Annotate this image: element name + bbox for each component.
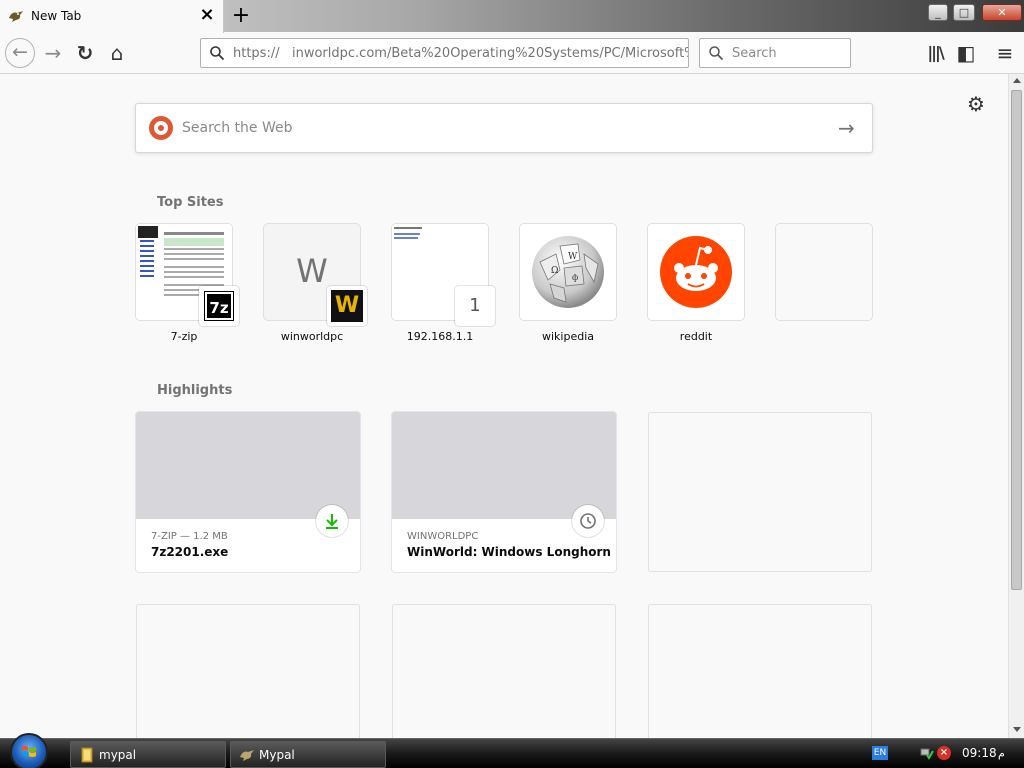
url-scheme: https://: [233, 46, 280, 61]
site-favicon: 1: [455, 286, 495, 326]
search-icon: [709, 46, 724, 61]
highlight-empty-slot: [648, 412, 872, 572]
home-button[interactable]: ⌂: [102, 38, 132, 68]
taskbar-item-label: Mypal: [259, 748, 295, 762]
maximize-icon: □: [958, 6, 970, 19]
highlight-empty-slot: [136, 604, 360, 738]
download-icon: [316, 505, 348, 537]
highlight-empty-slot: [648, 604, 872, 738]
svg-text:W: W: [568, 252, 578, 262]
arrow-right-icon[interactable]: →: [838, 116, 855, 140]
site-favicon: 7z: [199, 286, 239, 326]
web-search-placeholder: Search the Web: [182, 120, 293, 136]
url-bar[interactable]: https:// inworldpc.com/Beta%20Operating%…: [200, 38, 689, 68]
library-button[interactable]: |||\: [920, 38, 950, 68]
minimize-icon: _: [935, 6, 941, 19]
clock-time[interactable]: 09:18: [962, 746, 997, 760]
highlight-title: WinWorld: Windows Longhorn ...: [407, 545, 616, 559]
menu-button[interactable]: ≡: [990, 38, 1020, 68]
mypal-icon: [9, 11, 23, 22]
highlight-empty-slot: [392, 604, 616, 738]
scrollbar-thumb[interactable]: [1011, 90, 1022, 590]
forward-button[interactable]: →: [38, 38, 68, 68]
new-tab-page: ⚙ Search the Web → Top Sites 7z 7-zip W …: [0, 74, 1008, 738]
highlight-thumbnail: [136, 412, 360, 519]
highlight-title: 7z2201.exe: [151, 545, 229, 559]
reddit-icon: [660, 236, 732, 308]
minimize-button[interactable]: _: [928, 4, 948, 21]
taskbar-item-mypal-folder[interactable]: mypal: [70, 741, 226, 768]
clock-ampm: م: [998, 747, 1005, 760]
error-icon[interactable]: ×: [937, 746, 951, 760]
windows-logo-icon: [22, 746, 36, 757]
close-icon: ✕: [997, 6, 1007, 19]
mypal-icon: [240, 750, 254, 761]
highlight-card-7zip[interactable]: 7-ZIP — 1.2 MB 7z2201.exe: [136, 412, 360, 572]
search-bar[interactable]: Search: [699, 38, 851, 68]
top-site-label: reddit: [679, 330, 713, 343]
site-letter-badge: 1: [469, 295, 481, 316]
language-indicator[interactable]: EN: [872, 746, 888, 760]
reload-button[interactable]: ↻: [70, 38, 100, 68]
site-letter: W: [296, 252, 328, 290]
empty-tile: [776, 224, 872, 320]
tab-strip: New Tab × + _ □ ✕: [0, 0, 1024, 33]
top-site-label: 192.168.1.1: [406, 330, 474, 343]
highlight-context: 7-ZIP — 1.2 MB: [151, 531, 228, 542]
search-placeholder: Search: [732, 46, 777, 61]
7zip-icon: 7z: [204, 291, 234, 321]
taskbar-item-label: mypal: [99, 748, 137, 762]
network-icon[interactable]: [920, 746, 934, 760]
top-site-thumbnail[interactable]: [648, 224, 744, 320]
taskbar: mypal Mypal EN × 09:18 م: [0, 733, 1024, 768]
start-button[interactable]: [10, 733, 48, 768]
scroll-down-icon[interactable]: [1013, 727, 1021, 732]
tab-new-tab[interactable]: New Tab ×: [0, 0, 224, 33]
new-tab-button[interactable]: +: [230, 4, 252, 28]
svg-text:ф: ф: [572, 273, 578, 282]
navigation-toolbar: ← → ↻ ⌂ https:// inworldpc.com/Beta%20Op…: [0, 33, 1024, 74]
top-sites-title: Top Sites: [157, 195, 224, 210]
search-icon: [210, 46, 225, 61]
history-icon: [572, 505, 604, 537]
scroll-up-icon[interactable]: [1013, 78, 1021, 83]
top-site-label: wikipedia: [541, 330, 594, 343]
taskbar-item-mypal-browser[interactable]: Mypal: [230, 741, 386, 768]
highlight-context: WINWORLDPC: [407, 531, 479, 542]
wikipedia-icon: W Ω ф: [532, 236, 604, 308]
sidebar-toggle-button[interactable]: ◧: [951, 38, 981, 68]
tab-close-icon[interactable]: ×: [199, 6, 215, 24]
web-search-box[interactable]: Search the Web →: [135, 103, 873, 153]
duckduckgo-icon: [149, 116, 173, 140]
back-button[interactable]: ←: [5, 38, 35, 68]
gear-icon[interactable]: ⚙: [966, 94, 986, 114]
maximize-button[interactable]: □: [953, 4, 975, 21]
svg-text:Ω: Ω: [551, 266, 558, 276]
folder-icon: [81, 747, 93, 763]
highlight-thumbnail: [392, 412, 616, 519]
highlights-title: Highlights: [157, 383, 233, 398]
top-site-thumbnail[interactable]: W Ω ф: [520, 224, 616, 320]
top-site-label: winworldpc: [280, 330, 344, 343]
winworld-icon: W: [331, 290, 363, 322]
top-site-label: 7-zip: [170, 330, 198, 343]
tab-title: New Tab: [31, 9, 82, 23]
site-favicon: W: [327, 286, 367, 326]
highlight-card-winworld[interactable]: WINWORLDPC WinWorld: Windows Longhorn ..…: [392, 412, 616, 572]
close-window-button[interactable]: ✕: [982, 4, 1022, 21]
url-text: inworldpc.com/Beta%20Operating%20Systems…: [292, 46, 689, 61]
vertical-scrollbar[interactable]: [1008, 74, 1024, 738]
